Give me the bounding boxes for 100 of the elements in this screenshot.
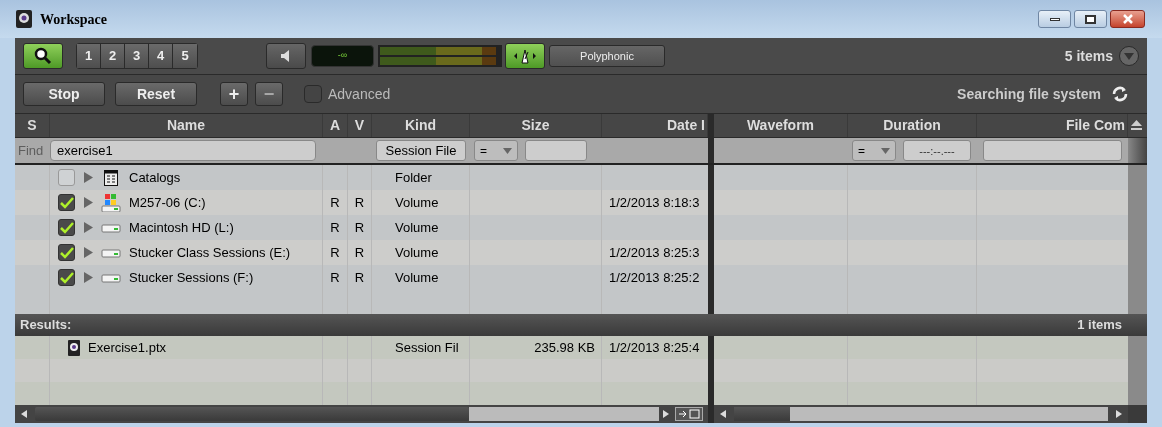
table-cell-text: R (354, 268, 365, 287)
column-header[interactable]: Kind (372, 114, 470, 137)
refresh-icon (1111, 85, 1129, 103)
table-cell-text: Exercise1.ptx (88, 338, 167, 357)
table-cell-text: 1/2/2013 8:25:4 (609, 338, 700, 357)
table-cell-text: Folder (395, 168, 432, 187)
column-menu-icon[interactable] (1131, 120, 1142, 131)
scroll-right-icon[interactable] (1116, 410, 1122, 418)
table-cell-text: R (354, 218, 365, 237)
number-button[interactable]: 2 (101, 44, 125, 68)
checkbox[interactable] (58, 269, 75, 286)
table-cell-text: R (354, 193, 365, 212)
search-icon (34, 47, 52, 65)
expand-arrow-icon[interactable] (83, 247, 93, 258)
table-row[interactable]: Stucker Sessions (F:) R R Volume 1/2/2013 8:25:2 (15, 265, 1147, 290)
table-cell-text: Volume (395, 243, 439, 262)
checkbox[interactable] (58, 194, 75, 211)
square-button[interactable]: + (220, 82, 248, 106)
operator-dropdown[interactable]: = (474, 140, 518, 161)
item-count: 5 items (1064, 46, 1113, 66)
column-header[interactable]: Name (50, 114, 323, 137)
kind-dropdown[interactable]: Session File (376, 140, 466, 161)
scroll-left-icon[interactable] (21, 410, 27, 418)
column-header[interactable]: Size (470, 114, 602, 137)
close-icon (1121, 14, 1134, 24)
polyphonic-button[interactable]: Polyphonic (549, 45, 665, 67)
operator-dropdown[interactable]: = (852, 140, 896, 161)
caret-icon (503, 147, 512, 154)
drive-icon (101, 272, 121, 283)
scroll-right-icon[interactable] (663, 410, 669, 418)
text-button[interactable]: Reset (115, 82, 197, 106)
comment-field[interactable] (983, 140, 1122, 161)
minimize-button[interactable] (1038, 10, 1071, 28)
column-header[interactable]: Duration (848, 114, 977, 137)
table-cell-text: R (330, 218, 340, 237)
column-header[interactable]: Waveform (714, 114, 848, 137)
find-label: Find (17, 141, 45, 160)
table-cell-text: M257-06 (C:) (129, 193, 206, 212)
expand-arrow-icon[interactable] (83, 272, 93, 283)
number-button[interactable]: 5 (173, 44, 197, 68)
horizontal-scrollbar[interactable] (15, 405, 708, 423)
table-cell-text: Stucker Class Sessions (E:) (129, 243, 291, 262)
maximize-button[interactable] (1074, 10, 1107, 28)
name-search-field[interactable]: exercise1 (50, 140, 316, 161)
scrollbar-thumb[interactable] (734, 407, 790, 421)
caret-icon (881, 147, 890, 154)
metronome-button[interactable] (505, 43, 545, 69)
catalog-icon (104, 169, 118, 186)
counter-display: -∞ (311, 45, 374, 67)
table-cell-text: 1/2/2013 8:18:3 (609, 193, 700, 212)
window-title: Workspace (40, 10, 107, 29)
column-header[interactable]: File Com (977, 114, 1128, 137)
table-cell-text: Macintosh HD (L:) (129, 218, 234, 237)
table-row[interactable]: M257-06 (C:) R R Volume 1/2/2013 8:18:3 (15, 190, 1147, 215)
drive-icon (101, 193, 121, 212)
number-button[interactable]: 4 (149, 44, 173, 68)
table-row[interactable]: Macintosh HD (L:) R R Volume (15, 215, 1147, 240)
drive-icon (101, 222, 121, 233)
session-file-icon (68, 339, 80, 356)
expand-arrow-icon[interactable] (83, 197, 93, 208)
scrollbar-thumb[interactable] (35, 407, 469, 421)
results-count: 1 items (1077, 316, 1122, 335)
table-cell-text: 1/2/2013 8:25:2 (609, 268, 700, 287)
number-button[interactable]: 1 (77, 44, 101, 68)
table-cell-text: 1/2/2013 8:25:3 (609, 243, 700, 262)
column-header[interactable]: V (348, 114, 372, 137)
speaker-button[interactable] (266, 43, 306, 69)
results-label: Results: (20, 316, 72, 335)
horizontal-scrollbar[interactable] (714, 405, 1128, 423)
table-cell-text: Volume (395, 268, 439, 287)
table-cell-text: 235.98 KB (534, 338, 595, 357)
duration-field[interactable]: ---:--.--- (903, 140, 971, 161)
table-cell-text: R (354, 243, 365, 262)
scroll-left-icon[interactable] (720, 410, 726, 418)
column-header[interactable]: S (15, 114, 50, 137)
expand-arrow-icon[interactable] (83, 222, 93, 233)
table-cell-text: R (330, 243, 340, 262)
drive-icon (101, 247, 121, 258)
number-button[interactable]: 3 (125, 44, 149, 68)
panel-toggle-icon[interactable] (675, 407, 703, 421)
expand-arrow-icon[interactable] (83, 172, 93, 183)
caret-icon (1124, 52, 1134, 60)
size-field[interactable] (525, 140, 587, 161)
checkbox[interactable] (58, 244, 75, 261)
table-row[interactable]: Exercise1.ptx Session Fil 235.98 KB 1/2/2013 8:25:4 (15, 336, 1147, 359)
table-row[interactable]: Catalogs Folder (15, 165, 1147, 190)
column-header[interactable]: A (323, 114, 348, 137)
checkbox[interactable] (58, 169, 75, 186)
status-text: Searching file system (957, 84, 1101, 104)
table-cell-text: Volume (395, 193, 439, 212)
table-cell-text: Session Fil (395, 338, 459, 357)
table-cell-text: R (330, 193, 340, 212)
checkbox[interactable] (58, 219, 75, 236)
table-row[interactable]: Stucker Class Sessions (E:) R R Volume 1/2/2013 8:25:3 (15, 240, 1147, 265)
search-button[interactable] (23, 43, 63, 69)
dropdown-button[interactable] (1119, 46, 1139, 66)
advanced-checkbox[interactable] (304, 85, 322, 103)
close-button[interactable] (1110, 10, 1145, 28)
text-button[interactable]: Stop (23, 82, 105, 106)
scrollbar-track (1128, 138, 1147, 163)
